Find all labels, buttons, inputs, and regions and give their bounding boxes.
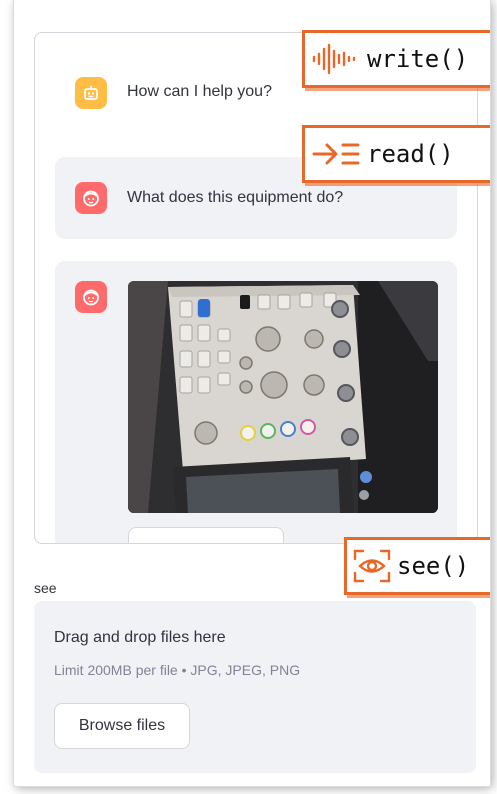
file-dropzone[interactable]: Drag and drop files here Limit 200MB per… [34, 601, 476, 773]
see-callout: see() [344, 537, 490, 595]
dropzone-hint: Limit 200MB per file • JPG, JPEG, PNG [54, 662, 301, 678]
read-callout-text: read() [367, 140, 454, 168]
sound-wave-icon [312, 43, 356, 75]
chat-container[interactable]: How can I help you? What does this equip… [34, 32, 478, 544]
write-callout: write() [302, 30, 490, 88]
uploader-label: see [34, 580, 57, 596]
app-frame: How can I help you? What does this equip… [14, 0, 490, 786]
message-action-button[interactable] [128, 527, 284, 543]
dropzone-title: Drag and drop files here [54, 629, 226, 646]
arrow-lines-icon [312, 143, 360, 165]
chat-message-user-image [55, 261, 457, 543]
face-icon [75, 182, 107, 214]
message-text: How can I help you? [127, 83, 272, 100]
browse-files-button[interactable]: Browse files [54, 703, 190, 749]
read-callout: read() [302, 125, 490, 183]
robot-icon [75, 77, 107, 109]
write-callout-text: write() [367, 45, 469, 73]
oscilloscope-photo[interactable] [128, 281, 438, 513]
face-icon [75, 281, 107, 313]
message-text: What does this equipment do? [127, 189, 344, 206]
eye-icon [353, 549, 391, 583]
see-callout-text: see() [397, 552, 470, 580]
